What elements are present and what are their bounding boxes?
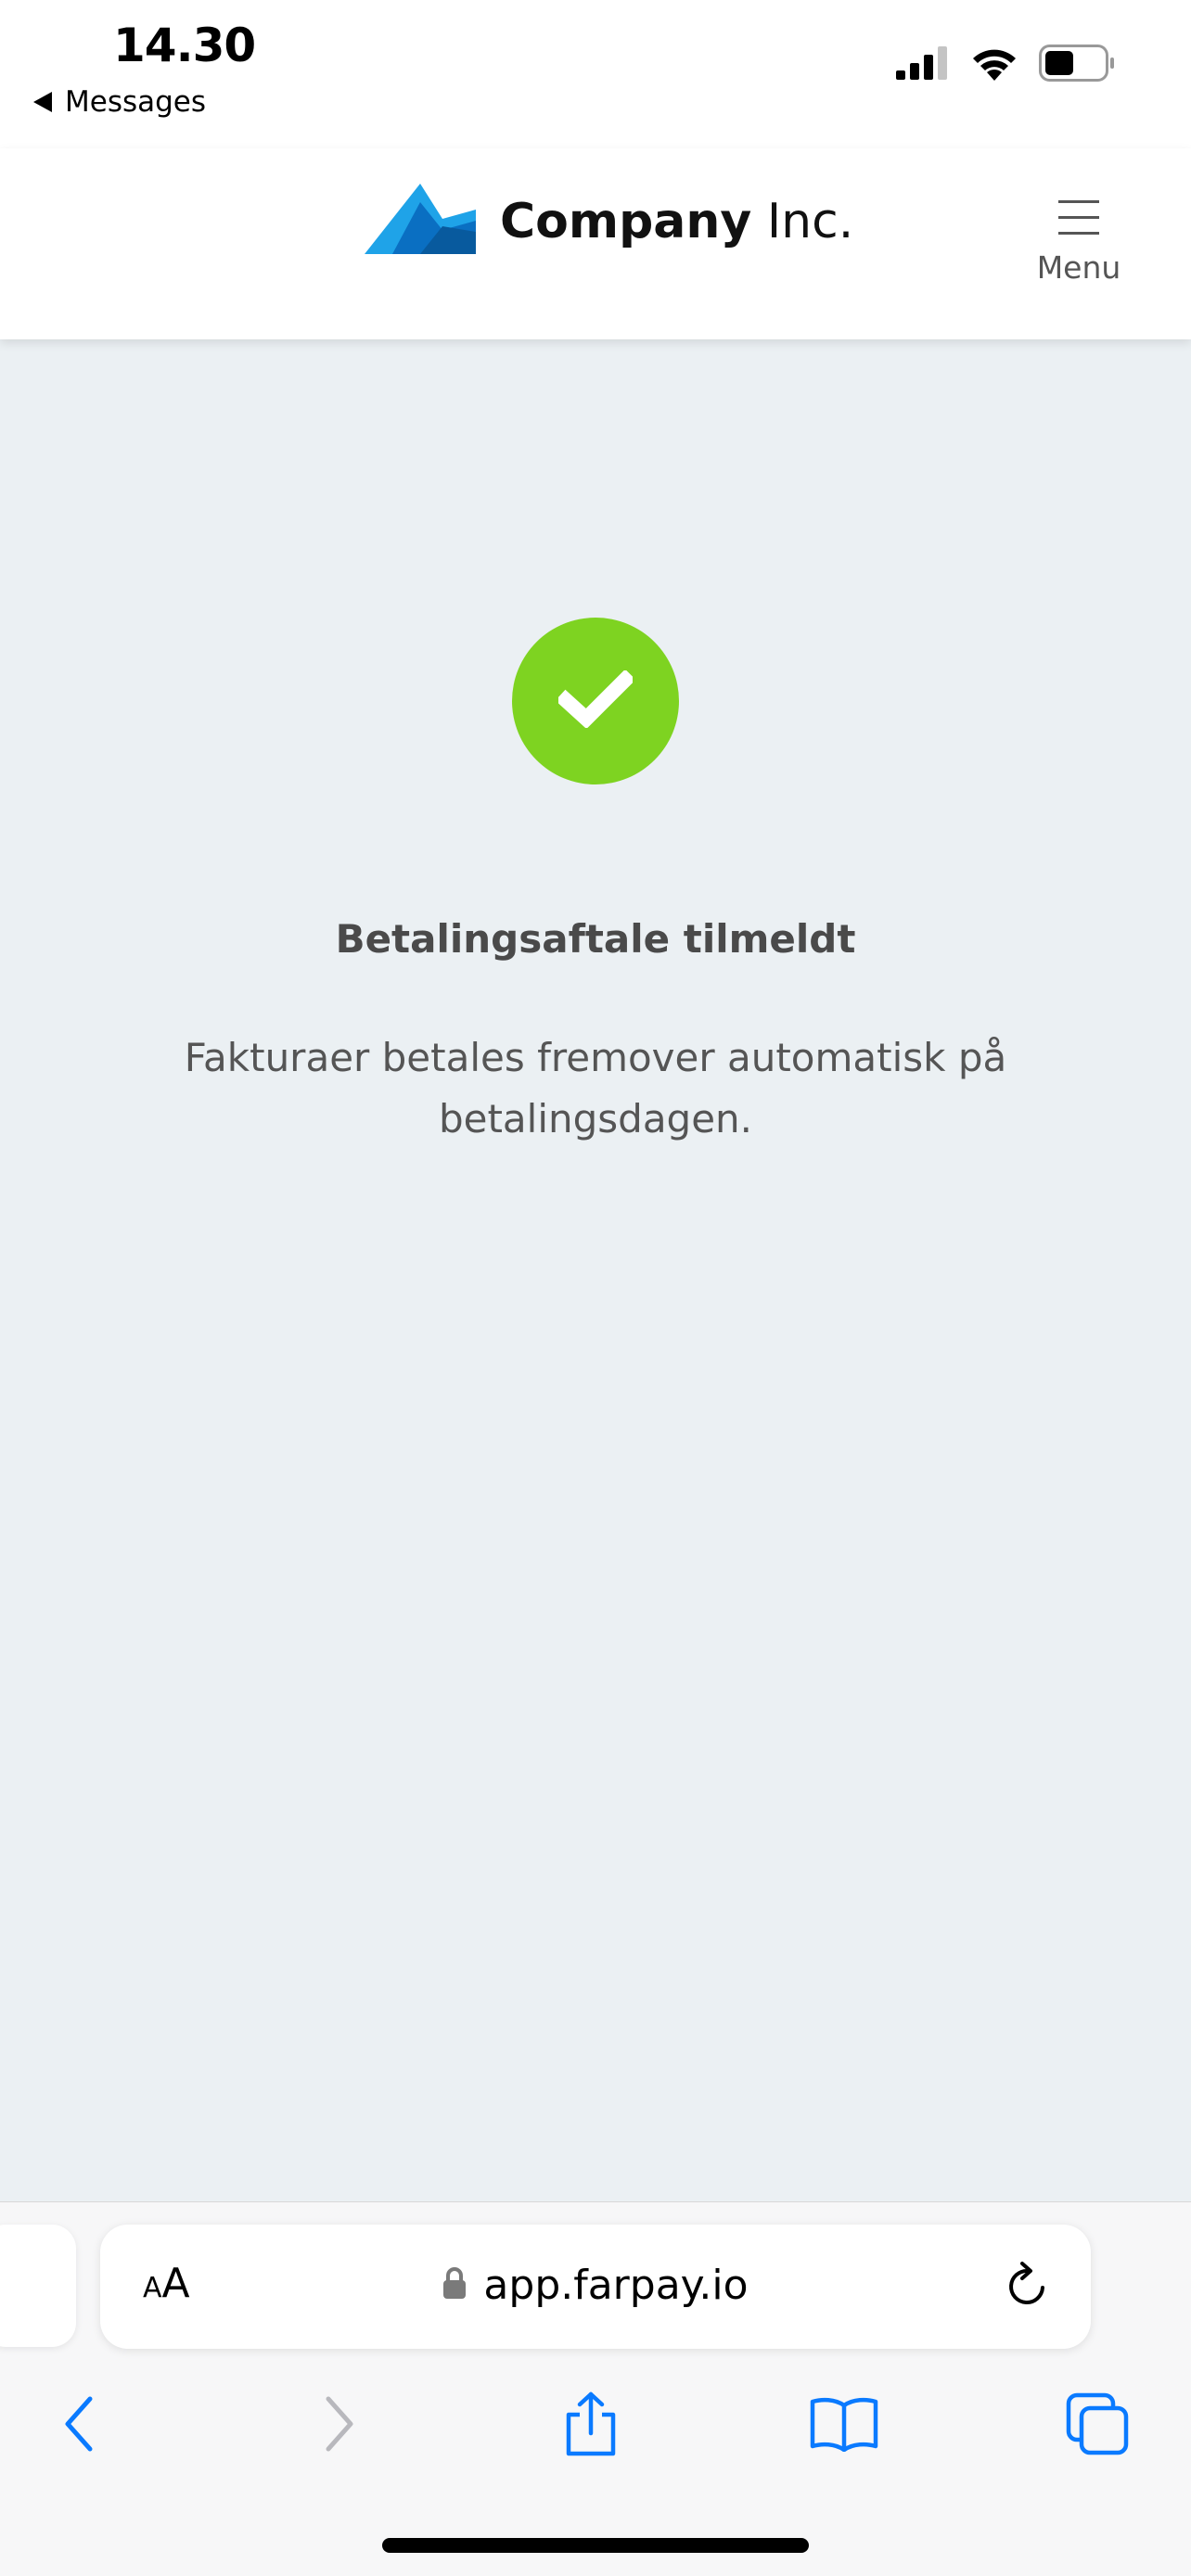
forward-button[interactable] bbox=[288, 2375, 391, 2477]
back-icon bbox=[60, 2395, 97, 2457]
back-app-label: Messages bbox=[65, 85, 207, 119]
reload-icon bbox=[1002, 2262, 1054, 2315]
address-bar[interactable]: AA app.farpay.io bbox=[100, 2225, 1091, 2349]
lock-icon bbox=[442, 2266, 467, 2304]
hamburger-icon bbox=[1058, 200, 1099, 240]
status-icons bbox=[896, 45, 1115, 86]
forward-icon bbox=[321, 2395, 358, 2457]
share-button[interactable] bbox=[540, 2375, 642, 2477]
wifi-icon bbox=[970, 45, 1018, 85]
browser-toolbar bbox=[0, 2375, 1191, 2477]
status-time: 14.30 bbox=[113, 19, 256, 72]
status-bar: 14.30 Messages bbox=[0, 0, 1191, 148]
logo-text: Company Inc. bbox=[500, 194, 853, 249]
tabs-icon bbox=[1065, 2391, 1130, 2461]
cellular-signal-icon bbox=[896, 46, 950, 84]
success-title: Betalingsaftale tilmeldt bbox=[335, 916, 856, 962]
company-logo[interactable]: Company Inc. bbox=[365, 184, 853, 259]
checkmark-icon bbox=[555, 669, 636, 733]
reload-button[interactable] bbox=[1002, 2260, 1054, 2316]
screen: 14.30 Messages Company Inc. Menu Betalin… bbox=[0, 0, 1191, 2576]
bookmarks-icon bbox=[809, 2396, 879, 2456]
logo-text-light: Inc. bbox=[751, 193, 854, 249]
back-triangle-icon bbox=[33, 92, 52, 112]
home-indicator[interactable] bbox=[382, 2538, 809, 2553]
url-text: app.farpay.io bbox=[483, 2262, 749, 2309]
url-display[interactable]: app.farpay.io bbox=[100, 2262, 1091, 2309]
logo-text-bold: Company bbox=[500, 193, 752, 249]
success-badge bbox=[512, 618, 679, 784]
battery-icon bbox=[1039, 45, 1115, 86]
previous-tab-preview[interactable] bbox=[0, 2225, 76, 2347]
menu-button[interactable]: Menu bbox=[1028, 200, 1130, 286]
browser-bottom-bar: AA app.farpay.io bbox=[0, 2201, 1191, 2576]
share-icon bbox=[563, 2391, 619, 2462]
success-message: Fakturaer betales fremover automatisk på… bbox=[184, 1035, 1007, 1141]
logo-mark-icon bbox=[365, 184, 476, 259]
menu-label: Menu bbox=[1036, 249, 1121, 286]
back-to-messages-button[interactable]: Messages bbox=[33, 85, 206, 119]
app-header: Company Inc. Menu bbox=[0, 148, 1191, 339]
tabs-button[interactable] bbox=[1046, 2375, 1148, 2477]
bookmarks-button[interactable] bbox=[793, 2375, 895, 2477]
back-button[interactable] bbox=[28, 2375, 130, 2477]
